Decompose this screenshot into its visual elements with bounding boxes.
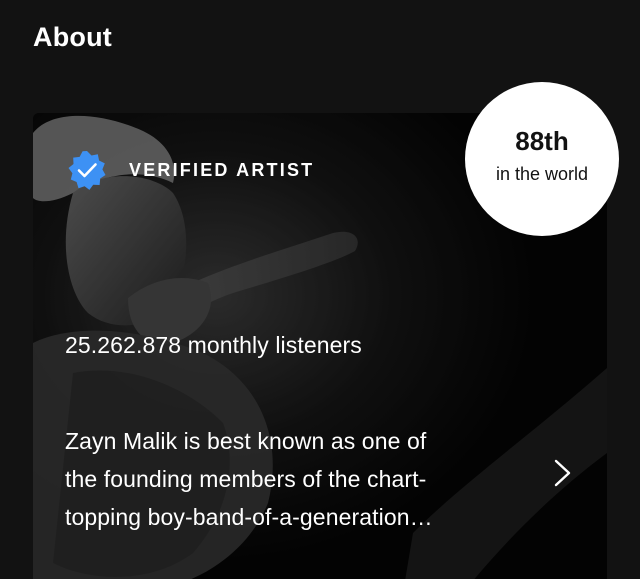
verified-badge-icon xyxy=(68,151,106,190)
artist-bio: Zayn Malik is best known as one of the f… xyxy=(65,422,515,536)
section-title: About xyxy=(33,22,112,52)
chevron-right-icon[interactable] xyxy=(551,458,575,488)
verified-artist-label: VERIFIED ARTIST xyxy=(129,159,315,180)
rank-caption: in the world xyxy=(495,164,589,184)
bio-line: the founding members of the chart- xyxy=(65,466,427,492)
bio-line: topping boy-band-of-a-generation… xyxy=(65,504,433,530)
monthly-listeners: 25.262.878 monthly listeners xyxy=(65,332,362,358)
bio-line: Zayn Malik is best known as one of xyxy=(65,428,427,454)
world-rank-badge: 88th in the world xyxy=(465,82,619,236)
rank-value: 88th xyxy=(515,126,569,156)
verified-row: VERIFIED ARTIST xyxy=(67,151,315,190)
about-page: About VERIFIED ARTIST 25.262.878 monthly… xyxy=(0,0,640,579)
